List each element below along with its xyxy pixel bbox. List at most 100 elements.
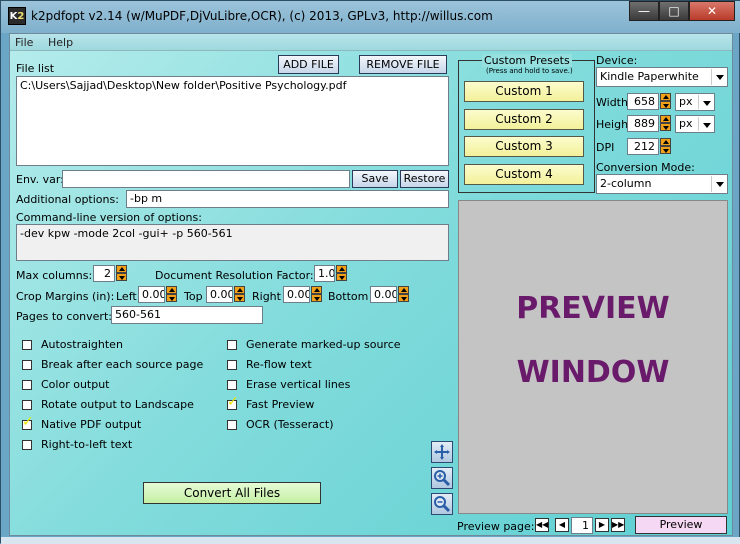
crop-bottom-input[interactable]: 0.00 bbox=[370, 286, 397, 303]
doc-resolution-label: Document Resolution Factor: bbox=[155, 269, 314, 282]
custom-preset-2-button[interactable]: Custom 2 bbox=[464, 109, 584, 130]
pan-tool-button[interactable] bbox=[431, 441, 453, 463]
ocr-checkbox[interactable] bbox=[227, 420, 237, 430]
fast-preview-checkbox[interactable]: ✓ bbox=[227, 395, 239, 410]
add-file-button[interactable]: ADD FILE bbox=[278, 55, 339, 74]
spin-up-icon[interactable] bbox=[660, 93, 671, 101]
spin-down-icon[interactable] bbox=[116, 273, 127, 281]
title-bar[interactable]: K2 k2pdfopt v2.14 (w/MuPDF,DjVuLibre,OCR… bbox=[1, 1, 740, 33]
custom-preset-3-button[interactable]: Custom 3 bbox=[464, 136, 584, 157]
maximize-button[interactable]: □ bbox=[659, 1, 689, 21]
command-line-box[interactable]: -dev kpw -mode 2col -gui+ -p 560-561 bbox=[16, 224, 449, 261]
break-page-checkbox[interactable] bbox=[22, 360, 32, 370]
first-page-button[interactable]: ◀◀ bbox=[535, 518, 549, 532]
preview-button[interactable]: Preview bbox=[635, 516, 727, 534]
file-list-box[interactable]: C:\Users\Sajjad\Desktop\New folder\Posit… bbox=[16, 76, 449, 166]
spin-down-icon[interactable] bbox=[336, 273, 347, 281]
close-button[interactable]: ✕ bbox=[689, 1, 735, 21]
max-columns-spinner[interactable] bbox=[116, 265, 127, 281]
remove-file-button[interactable]: REMOVE FILE bbox=[359, 55, 447, 74]
dpi-input[interactable]: 212 bbox=[627, 138, 659, 155]
crop-bottom-spinner[interactable] bbox=[398, 286, 409, 302]
spin-up-icon[interactable] bbox=[660, 138, 671, 146]
presets-subtitle: (Press and hold to save.) bbox=[486, 67, 573, 75]
break-page-label[interactable]: Break after each source page bbox=[41, 358, 203, 371]
custom-preset-4-button[interactable]: Custom 4 bbox=[464, 164, 584, 185]
dpi-spinner[interactable] bbox=[660, 138, 671, 154]
pages-input[interactable]: 560-561 bbox=[111, 306, 263, 324]
menu-file[interactable]: File bbox=[15, 36, 33, 49]
spin-up-icon[interactable] bbox=[116, 265, 127, 273]
chevron-down-icon[interactable] bbox=[698, 117, 713, 131]
zoom-in-button[interactable] bbox=[431, 467, 453, 489]
spin-up-icon[interactable] bbox=[660, 115, 671, 123]
erase-lines-label[interactable]: Erase vertical lines bbox=[246, 378, 350, 391]
spin-down-icon[interactable] bbox=[311, 294, 322, 302]
minimize-button[interactable]: — bbox=[629, 1, 659, 21]
crop-left-input[interactable]: 0.00 bbox=[138, 286, 165, 303]
color-output-checkbox[interactable] bbox=[22, 380, 32, 390]
zoom-out-button[interactable] bbox=[431, 493, 453, 515]
crop-right-input[interactable]: 0.00 bbox=[283, 286, 310, 303]
spin-up-icon[interactable] bbox=[336, 265, 347, 273]
menu-help[interactable]: Help bbox=[48, 36, 73, 49]
marked-up-label[interactable]: Generate marked-up source bbox=[246, 338, 401, 351]
file-list-item[interactable]: C:\Users\Sajjad\Desktop\New folder\Posit… bbox=[20, 79, 445, 92]
width-input[interactable]: 658 bbox=[627, 93, 659, 110]
crop-top-spinner[interactable] bbox=[234, 286, 245, 302]
additional-options-input[interactable]: -bp m bbox=[126, 190, 449, 208]
reflow-label[interactable]: Re-flow text bbox=[246, 358, 312, 371]
spin-down-icon[interactable] bbox=[166, 294, 177, 302]
conversion-mode-select[interactable]: 2-column bbox=[596, 174, 728, 194]
spin-down-icon[interactable] bbox=[234, 294, 245, 302]
right-to-left-checkbox[interactable] bbox=[22, 440, 32, 450]
spin-down-icon[interactable] bbox=[660, 101, 671, 109]
preview-page-input[interactable]: 1 bbox=[571, 517, 593, 534]
native-pdf-checkbox[interactable]: ✓ bbox=[22, 415, 34, 430]
crop-top-input[interactable]: 0.00 bbox=[206, 286, 233, 303]
ocr-label[interactable]: OCR (Tesseract) bbox=[246, 418, 334, 431]
height-spinner[interactable] bbox=[660, 115, 671, 131]
landscape-label[interactable]: Rotate output to Landscape bbox=[41, 398, 194, 411]
crop-left-spinner[interactable] bbox=[166, 286, 177, 302]
right-to-left-label[interactable]: Right-to-left text bbox=[41, 438, 132, 451]
spin-down-icon[interactable] bbox=[398, 294, 409, 302]
erase-lines-checkbox[interactable] bbox=[227, 380, 237, 390]
prev-page-button[interactable]: ◀ bbox=[555, 518, 569, 532]
reflow-checkbox[interactable] bbox=[227, 360, 237, 370]
width-unit-select[interactable]: px bbox=[675, 93, 715, 111]
width-spinner[interactable] bbox=[660, 93, 671, 109]
autostraighten-label[interactable]: Autostraighten bbox=[41, 338, 123, 351]
height-input[interactable]: 889 bbox=[627, 115, 659, 132]
native-pdf-label[interactable]: Native PDF output bbox=[41, 418, 141, 431]
preview-window[interactable]: PREVIEW WINDOW bbox=[458, 200, 728, 514]
chevron-down-icon[interactable] bbox=[698, 95, 713, 109]
crop-right-spinner[interactable] bbox=[311, 286, 322, 302]
spin-up-icon[interactable] bbox=[398, 286, 409, 294]
doc-resolution-spinner[interactable] bbox=[336, 265, 347, 281]
convert-all-button[interactable]: Convert All Files bbox=[143, 482, 321, 504]
max-columns-input[interactable]: 2 bbox=[93, 265, 115, 282]
spin-up-icon[interactable] bbox=[311, 286, 322, 294]
height-unit-select[interactable]: px bbox=[675, 115, 715, 133]
fast-preview-label[interactable]: Fast Preview bbox=[246, 398, 314, 411]
env-restore-button[interactable]: Restore bbox=[400, 170, 449, 188]
marked-up-checkbox[interactable] bbox=[227, 340, 237, 350]
env-save-button[interactable]: Save bbox=[352, 170, 398, 188]
spin-down-icon[interactable] bbox=[660, 146, 671, 154]
color-output-label[interactable]: Color output bbox=[41, 378, 110, 391]
doc-resolution-input[interactable]: 1.0 bbox=[314, 265, 335, 282]
autostraighten-checkbox[interactable] bbox=[22, 340, 32, 350]
last-page-button[interactable]: ▶▶ bbox=[611, 518, 625, 532]
custom-preset-1-button[interactable]: Custom 1 bbox=[464, 81, 584, 102]
app-logo-icon[interactable]: K2 bbox=[8, 7, 26, 25]
chevron-down-icon[interactable] bbox=[711, 176, 726, 192]
next-page-button[interactable]: ▶ bbox=[595, 518, 609, 532]
spin-up-icon[interactable] bbox=[166, 286, 177, 294]
env-var-input[interactable] bbox=[62, 170, 350, 188]
device-select[interactable]: Kindle Paperwhite bbox=[596, 67, 728, 87]
spin-up-icon[interactable] bbox=[234, 286, 245, 294]
chevron-down-icon[interactable] bbox=[711, 69, 726, 85]
landscape-checkbox[interactable] bbox=[22, 400, 32, 410]
spin-down-icon[interactable] bbox=[660, 123, 671, 131]
